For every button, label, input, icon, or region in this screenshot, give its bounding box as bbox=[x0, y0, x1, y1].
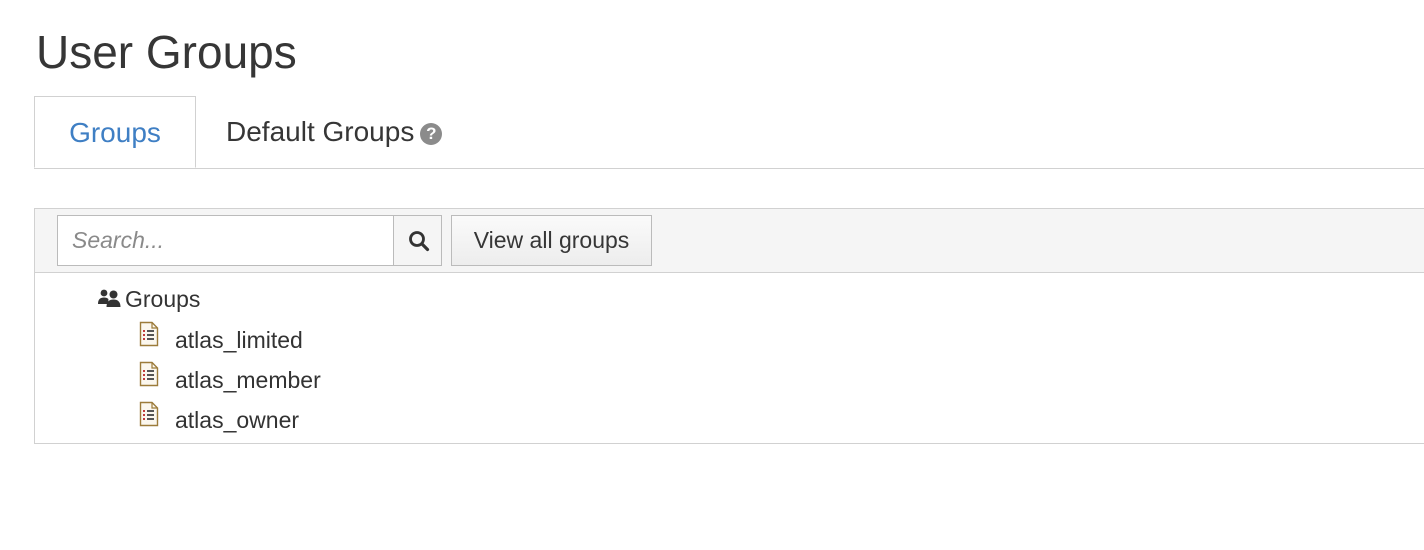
search-button[interactable] bbox=[393, 215, 442, 266]
search-input[interactable] bbox=[57, 215, 394, 266]
search-icon bbox=[409, 231, 430, 252]
document-icon bbox=[139, 321, 159, 356]
document-icon bbox=[139, 361, 159, 396]
tab-default-groups-label: Default Groups bbox=[226, 116, 415, 147]
page-title: User Groups bbox=[36, 26, 297, 78]
groups-toolbar: View all groups bbox=[35, 209, 1424, 273]
tab-groups[interactable]: Groups bbox=[34, 96, 196, 168]
groups-panel: View all groups Groups bbox=[34, 208, 1424, 444]
users-icon bbox=[97, 285, 123, 317]
tree-item-group[interactable]: atlas_owner bbox=[139, 401, 300, 437]
tree-item-label: atlas_limited bbox=[175, 327, 303, 353]
tree-root-label: Groups bbox=[125, 286, 201, 312]
tree-item-label: atlas_owner bbox=[175, 407, 300, 433]
tree-item-label: atlas_member bbox=[175, 367, 321, 393]
document-icon bbox=[139, 401, 159, 436]
tree-root-groups[interactable]: Groups bbox=[97, 283, 200, 315]
user-groups-page: User Groups Groups Default Groups? View … bbox=[0, 0, 1424, 550]
tab-bar: Groups Default Groups? bbox=[34, 96, 1424, 169]
tree-item-group[interactable]: atlas_limited bbox=[139, 321, 303, 357]
tree-item-group[interactable]: atlas_member bbox=[139, 361, 321, 397]
help-icon[interactable]: ? bbox=[420, 123, 443, 145]
view-all-groups-button[interactable]: View all groups bbox=[451, 215, 652, 266]
tab-default-groups[interactable]: Default Groups? bbox=[226, 96, 443, 167]
tab-groups-label: Groups bbox=[69, 117, 161, 148]
